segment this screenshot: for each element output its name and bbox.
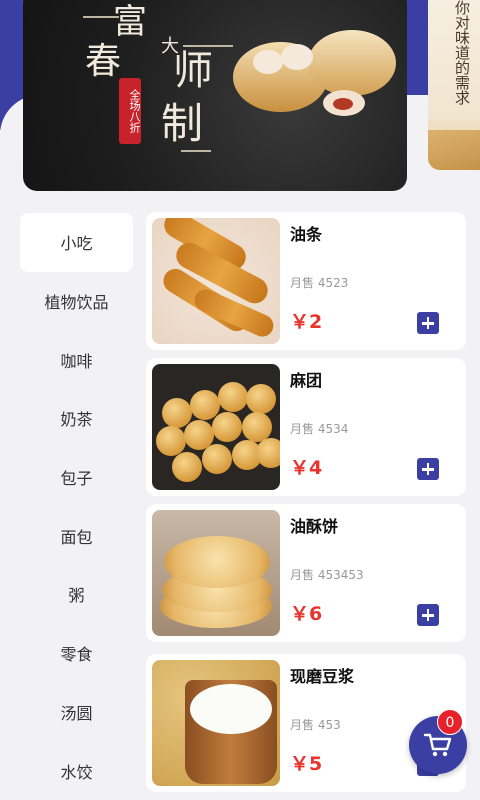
add-to-cart-button[interactable] xyxy=(417,604,439,626)
category-item-porridge[interactable]: 粥 xyxy=(20,565,133,624)
product-name: 现磨豆浆 xyxy=(290,667,355,686)
category-item-dumplings[interactable]: 水饺 xyxy=(20,741,133,800)
banner-decor-line xyxy=(181,150,211,152)
product-sales: 月售 453453 xyxy=(290,568,364,582)
category-item-bread[interactable]: 面包 xyxy=(20,506,133,565)
category-sidebar: 小吃 植物饮品 咖啡 奶茶 包子 面包 粥 零食 汤圆 水饺 xyxy=(20,213,133,800)
product-name: 油条 xyxy=(290,225,323,244)
product-sales: 月售 453 xyxy=(290,718,341,732)
cart-icon xyxy=(423,733,452,757)
side-banner[interactable]: 你对味道的需求 xyxy=(428,0,480,170)
product-image xyxy=(152,364,280,490)
category-item-tangyuan[interactable]: 汤圆 xyxy=(20,683,133,742)
category-item-milk-tea[interactable]: 奶茶 xyxy=(20,389,133,448)
banner-decor-line xyxy=(183,45,233,47)
product-card[interactable]: 油酥饼 月售 453453 ￥6 xyxy=(146,504,466,642)
product-name: 油酥饼 xyxy=(290,517,339,536)
product-price: ￥2 xyxy=(290,311,323,333)
cart-count-badge: 0 xyxy=(437,709,463,735)
wheat-image xyxy=(428,130,480,170)
banner-char: 制 xyxy=(161,99,204,148)
product-sales: 月售 4523 xyxy=(290,276,349,290)
product-image xyxy=(152,510,280,636)
category-item-coffee[interactable]: 咖啡 xyxy=(20,330,133,389)
product-name: 麻团 xyxy=(290,371,323,390)
bun-image xyxy=(281,44,313,70)
add-to-cart-button[interactable] xyxy=(417,312,439,334)
bun-image xyxy=(323,90,365,116)
promo-banner[interactable]: 富 春 大 师 制 全场八折 xyxy=(23,0,407,191)
product-card[interactable]: 油条 月售 4523 ￥2 xyxy=(146,212,466,350)
category-item-baozi[interactable]: 包子 xyxy=(20,448,133,507)
category-item-snacks[interactable]: 小吃 xyxy=(20,213,133,272)
steamer-image xyxy=(308,30,396,96)
product-image xyxy=(152,218,280,344)
product-sales: 月售 4534 xyxy=(290,422,349,436)
bun-image xyxy=(253,50,283,74)
product-price: ￥6 xyxy=(290,603,323,625)
side-banner-text: 你对味道的需求 xyxy=(453,0,471,105)
product-image xyxy=(152,660,280,786)
category-item-snack-food[interactable]: 零食 xyxy=(20,624,133,683)
product-price: ￥5 xyxy=(290,753,323,775)
add-to-cart-button[interactable] xyxy=(417,458,439,480)
discount-stamp: 全场八折 xyxy=(119,78,141,144)
category-item-plant-drinks[interactable]: 植物饮品 xyxy=(20,272,133,331)
banner-decor-line xyxy=(83,16,119,18)
banner-char: 春 xyxy=(85,41,122,82)
product-card[interactable]: 麻团 月售 4534 ￥4 xyxy=(146,358,466,496)
product-price: ￥4 xyxy=(290,457,323,479)
